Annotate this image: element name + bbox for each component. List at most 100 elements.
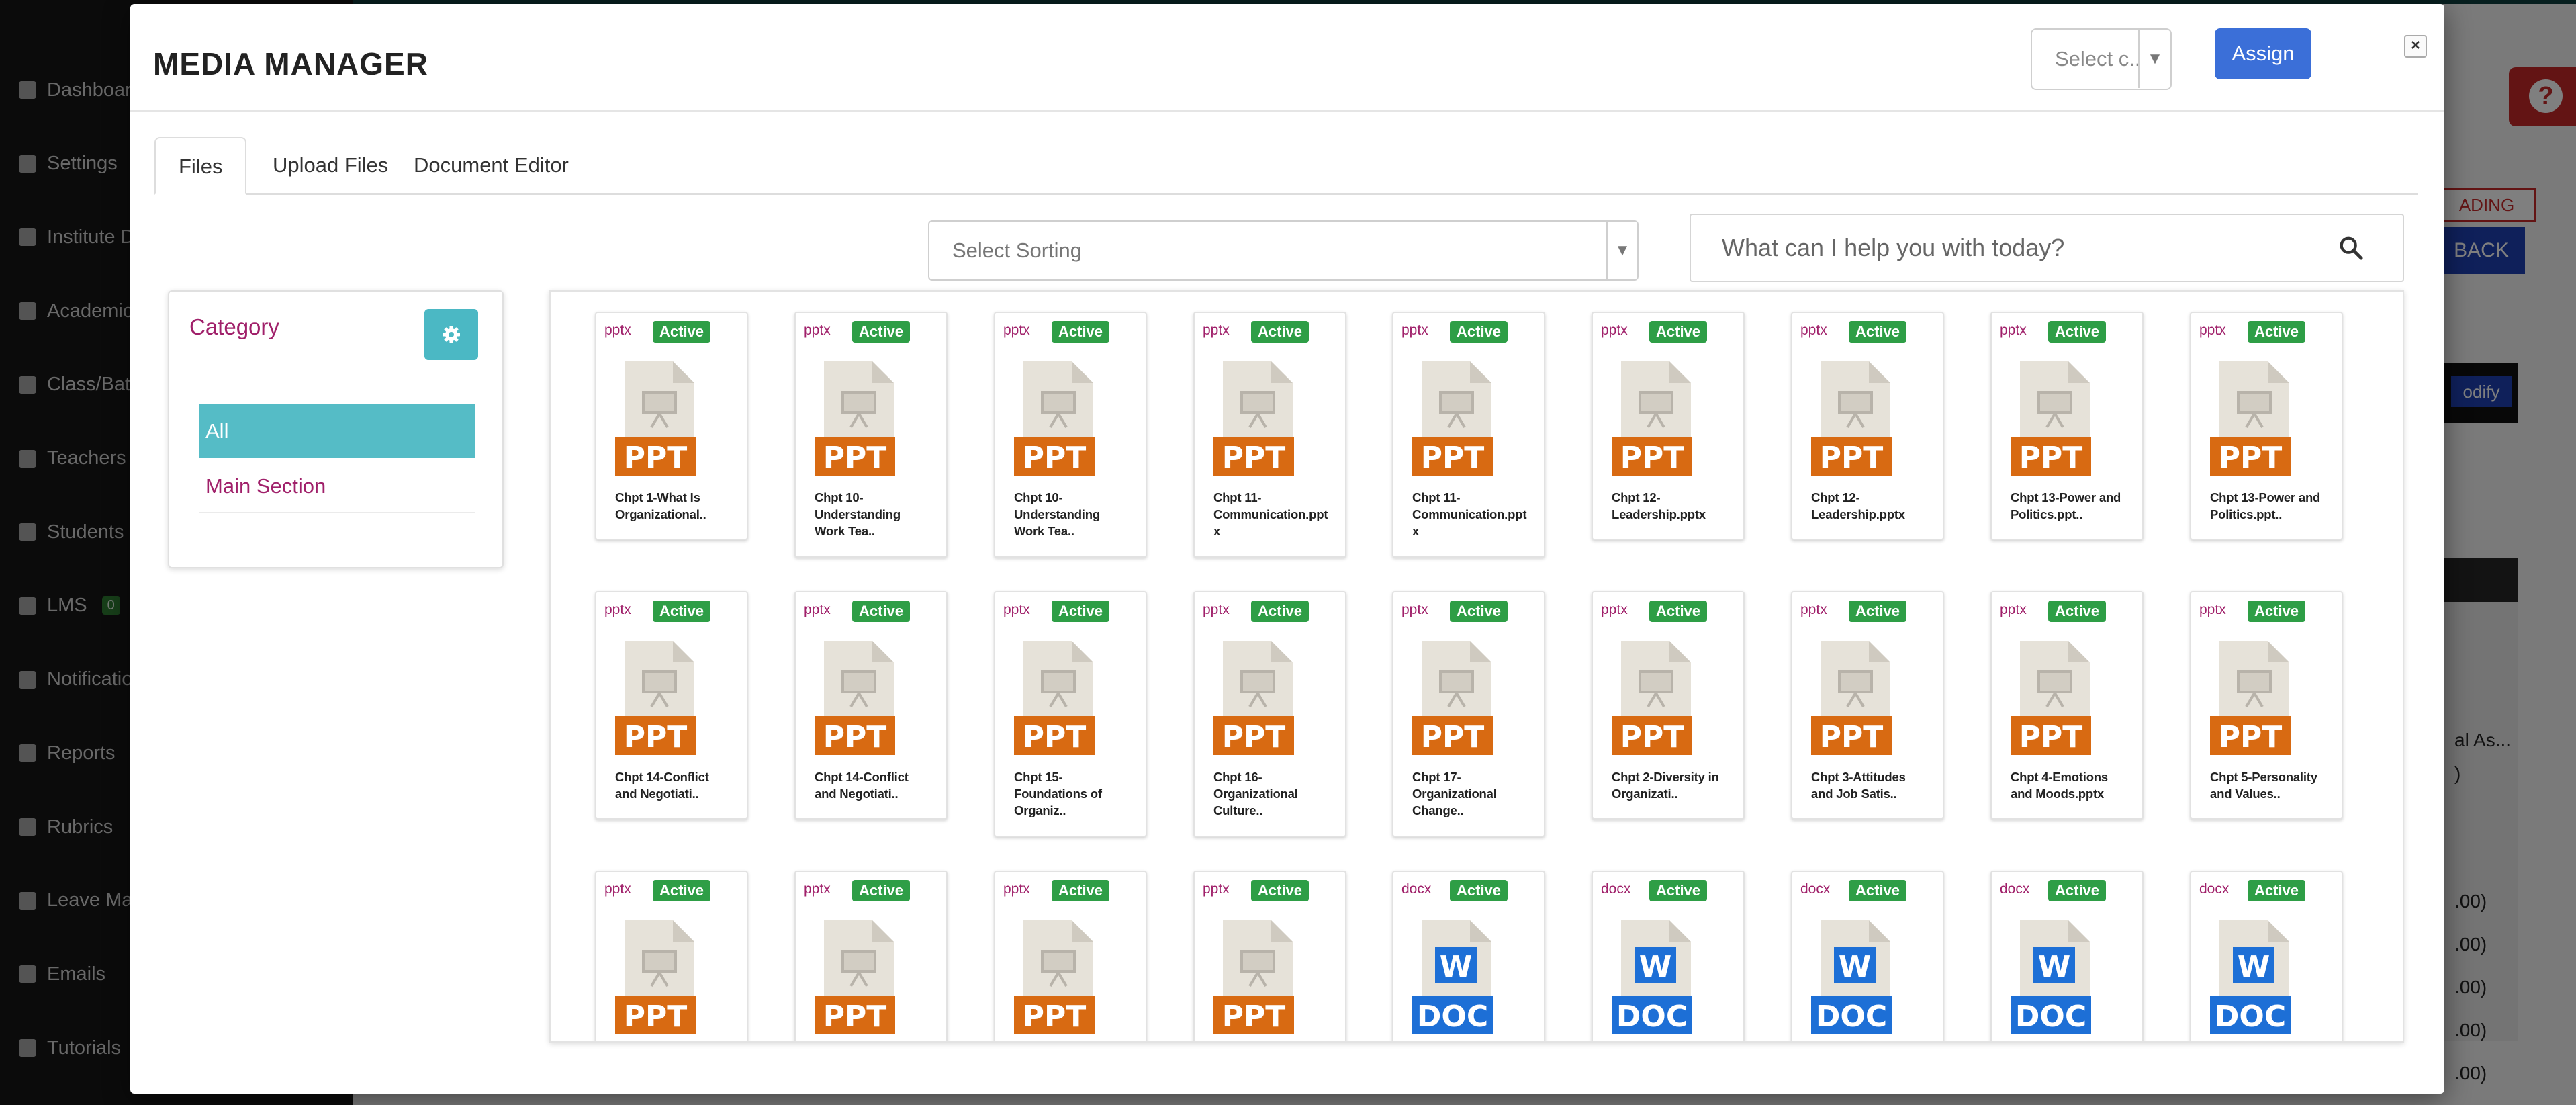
file-name-line: Work Tea.. [1014, 524, 1074, 538]
file-card[interactable]: pptx Active PPT Chpt 2-Diversity in Organiza… [1592, 591, 1745, 820]
ppt-file-icon: PPT [1014, 920, 1095, 1034]
file-card[interactable]: pptx Active PPT [994, 871, 1147, 1041]
file-name-line: and Negotiati.. [815, 787, 899, 801]
chevron-down-icon: ▼ [1606, 222, 1637, 279]
search-input[interactable] [1720, 228, 2328, 267]
file-name: Chpt 11- Communication.ppt x [1213, 489, 1334, 539]
modal-tabs: Files Upload Files Document Editor [154, 137, 2418, 195]
file-extension: pptx [604, 322, 631, 338]
doc-file-icon: W DOC [1811, 920, 1892, 1034]
status-badge: Active [2048, 321, 2107, 343]
file-card[interactable]: pptx Active PPT Chpt 11- Communication.ppt x [1392, 312, 1545, 558]
file-card[interactable]: pptx Active PPT Chpt 12- Leadership.pptx [1791, 312, 1944, 540]
svg-text:DOC: DOC [1417, 1000, 1488, 1034]
file-card[interactable]: pptx Active PPT Chpt 10- Understanding Work T… [994, 312, 1147, 558]
file-card[interactable]: docx Active W DOC [2190, 871, 2343, 1041]
file-name-line: and Job Satis.. [1811, 787, 1897, 801]
file-name: Chpt 12- Leadership.pptx [1612, 489, 1733, 523]
file-extension: docx [2199, 881, 2229, 897]
modal-header: MEDIA MANAGER Select c... ▼ Assign × [130, 4, 2444, 112]
tab-files[interactable]: Files [154, 137, 247, 195]
file-name: Chpt 5-Personality and Values.. [2210, 768, 2331, 802]
svg-text:PPT: PPT [1222, 441, 1286, 475]
file-card[interactable]: pptx Active PPT Chpt 15- Foundations of Organ… [994, 591, 1147, 837]
file-card[interactable]: pptx Active PPT Chpt 11- Communication.ppt x [1193, 312, 1346, 558]
svg-text:PPT: PPT [1620, 720, 1684, 754]
file-card[interactable]: docx Active W DOC [1791, 871, 1944, 1041]
ppt-file-icon: PPT [1014, 641, 1095, 755]
file-card[interactable]: pptx Active PPT Chpt 13-Power and Politics.p… [2190, 312, 2343, 540]
file-name-line: Politics.ppt.. [2210, 507, 2283, 521]
file-name-line: Chpt 10- [1014, 490, 1063, 504]
tab-document-editor[interactable]: Document Editor [391, 137, 592, 193]
status-badge: Active [1450, 321, 1508, 343]
svg-text:PPT: PPT [2019, 720, 2083, 754]
file-card[interactable]: pptx Active PPT Chpt 3-Attitudes and Job Sat… [1791, 591, 1944, 820]
status-badge: Active [852, 321, 911, 343]
category-item-main-section[interactable]: Main Section [199, 459, 475, 513]
file-card[interactable]: pptx Active PPT Chpt 16- Organizational Cultu… [1193, 591, 1346, 837]
file-name-line: Understanding [1014, 507, 1100, 521]
category-select[interactable]: Select c... ▼ [2031, 28, 2172, 90]
file-card[interactable]: pptx Active PPT [794, 871, 948, 1041]
file-card[interactable]: pptx Active PPT Chpt 14-Conflict and Negotia… [595, 591, 748, 820]
file-name-line: Organizati.. [1612, 787, 1678, 801]
ppt-file-icon: PPT [1213, 641, 1294, 755]
file-card[interactable]: pptx Active PPT Chpt 12- Leadership.pptx [1592, 312, 1745, 540]
file-card[interactable]: pptx Active PPT Chpt 14-Conflict and Negotia… [794, 591, 948, 820]
ppt-file-icon: PPT [1612, 361, 1692, 476]
file-card[interactable]: docx Active W DOC [1990, 871, 2144, 1041]
ppt-file-icon: PPT [2011, 361, 2091, 476]
file-grid: pptx Active PPT Chpt 1-What Is Organizationa… [549, 290, 2404, 1043]
file-extension: docx [2000, 881, 2030, 897]
file-extension: pptx [1003, 322, 1030, 338]
file-extension: pptx [2000, 322, 2027, 338]
svg-text:W: W [1839, 950, 1872, 984]
status-badge: Active [2048, 880, 2107, 901]
file-extension: pptx [1203, 881, 1230, 897]
sorting-select[interactable]: Select Sorting ▼ [928, 220, 1639, 281]
file-card[interactable]: pptx Active PPT Chpt 10- Understanding Work T… [794, 312, 948, 558]
file-card[interactable]: docx Active W DOC [1392, 871, 1545, 1041]
file-card[interactable]: pptx Active PPT Chpt 17- Organizational Chang… [1392, 591, 1545, 837]
file-name-line: Foundations of [1014, 787, 1102, 801]
doc-file-icon: W DOC [1612, 920, 1692, 1034]
ppt-file-icon: PPT [2210, 361, 2291, 476]
sorting-select-value: Select Sorting [952, 238, 1082, 262]
file-extension: docx [1601, 881, 1631, 897]
doc-file-icon: W DOC [2210, 920, 2291, 1034]
file-card[interactable]: pptx Active PPT Chpt 4-Emotions and Moods.pp… [1990, 591, 2144, 820]
file-card[interactable]: pptx Active PPT Chpt 13-Power and Politics.p… [1990, 312, 2144, 540]
category-item-all[interactable]: All [199, 404, 475, 458]
file-card[interactable]: pptx Active PPT [595, 871, 748, 1041]
ppt-file-icon: PPT [815, 361, 895, 476]
ppt-file-icon: PPT [615, 641, 696, 755]
ppt-file-icon: PPT [1811, 641, 1892, 755]
assign-button[interactable]: Assign [2215, 28, 2311, 79]
close-icon[interactable]: × [2404, 35, 2427, 58]
svg-text:PPT: PPT [823, 441, 887, 475]
file-name-line: Chpt 11- [1412, 490, 1461, 504]
file-name: Chpt 16- Organizational Culture.. [1213, 768, 1334, 819]
file-card[interactable]: pptx Active PPT Chpt 1-What Is Organizationa… [595, 312, 748, 540]
svg-text:PPT: PPT [823, 720, 887, 754]
svg-text:DOC: DOC [1816, 1000, 1887, 1034]
file-name: Chpt 3-Attitudes and Job Satis.. [1811, 768, 1932, 802]
file-card[interactable]: docx Active W DOC [1592, 871, 1745, 1041]
file-card[interactable]: pptx Active PPT Chpt 5-Personality and Value… [2190, 591, 2343, 820]
status-badge: Active [1450, 601, 1508, 622]
file-name-line: Politics.ppt.. [2011, 507, 2083, 521]
category-settings-button[interactable] [424, 309, 478, 360]
file-name-line: Culture.. [1213, 803, 1263, 817]
search-icon[interactable] [2338, 235, 2364, 261]
file-name-line: Chpt 1-What Is [615, 490, 700, 504]
svg-text:PPT: PPT [624, 720, 688, 754]
status-badge: Active [1849, 601, 1907, 622]
status-badge: Active [2248, 601, 2306, 622]
svg-text:PPT: PPT [1222, 720, 1286, 754]
file-card[interactable]: pptx Active PPT [1193, 871, 1346, 1041]
file-extension: pptx [1203, 602, 1230, 617]
file-extension: pptx [2199, 602, 2226, 617]
svg-text:PPT: PPT [1820, 441, 1884, 475]
tab-upload-files[interactable]: Upload Files [250, 137, 411, 193]
